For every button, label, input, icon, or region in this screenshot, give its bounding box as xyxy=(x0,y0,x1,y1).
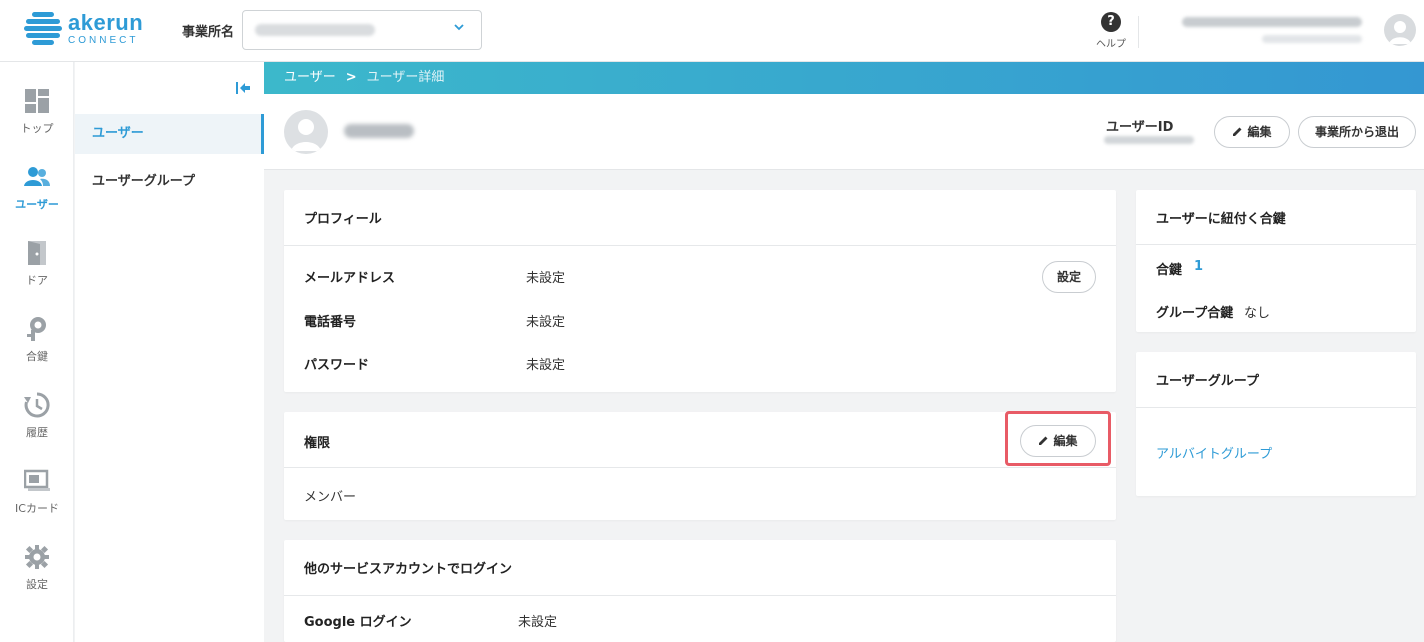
nav-label-settings: 設定 xyxy=(26,578,48,591)
profile-title: プロフィール xyxy=(304,212,382,227)
user-group-divider xyxy=(1136,407,1416,408)
key-label: 合鍵 xyxy=(1156,263,1183,278)
breadcrumb-separator: > xyxy=(345,70,357,85)
help-button[interactable]: ? ヘルプ xyxy=(1094,12,1128,50)
leave-office-button[interactable]: 事業所から退出 xyxy=(1298,116,1416,148)
key-count-link[interactable]: 1 xyxy=(1194,259,1203,274)
nav-item-ic-card[interactable]: ICカード xyxy=(0,468,74,538)
email-label: メールアドレス xyxy=(304,271,396,286)
password-label: パスワード xyxy=(304,358,370,373)
email-value: 未設定 xyxy=(526,271,566,286)
sub-sidebar: ユーザー ユーザーグループ xyxy=(75,62,264,642)
chevron-down-icon xyxy=(453,21,465,33)
user-id-label: ユーザーID xyxy=(1106,120,1174,135)
logo-text: akerun xyxy=(68,10,144,35)
profile-divider xyxy=(284,245,1116,246)
nav-label-ic-card: ICカード xyxy=(15,502,59,515)
top-header: akerun CONNECT 事業所名 ? ヘルプ xyxy=(0,0,1424,62)
account-email-redacted xyxy=(1262,35,1362,43)
user-id-redacted xyxy=(1104,136,1194,144)
logo-mark-icon xyxy=(24,12,62,46)
nav-label-top: トップ xyxy=(20,122,54,135)
highlight-box xyxy=(1005,411,1111,466)
help-icon: ? xyxy=(1101,12,1121,32)
group-key-value: なし xyxy=(1244,306,1271,321)
password-value: 未設定 xyxy=(526,358,566,373)
header-divider xyxy=(1138,16,1139,48)
nav-label-users: ユーザー xyxy=(15,198,59,211)
user-avatar xyxy=(284,110,328,154)
nav-item-users[interactable]: ユーザー xyxy=(0,164,74,234)
nav-item-door[interactable]: ドア xyxy=(0,240,74,310)
breadcrumb: ユーザー > ユーザー詳細 xyxy=(264,62,1424,94)
office-name-redacted xyxy=(255,24,375,36)
user-group-title: ユーザーグループ xyxy=(1156,374,1259,389)
user-keys-title: ユーザーに紐付く合鍵 xyxy=(1156,212,1286,227)
permission-title: 権限 xyxy=(304,436,331,451)
user-keys-divider xyxy=(1136,244,1416,245)
user-name-redacted xyxy=(344,124,414,138)
nav-item-top[interactable]: トップ xyxy=(0,88,74,158)
account-avatar[interactable] xyxy=(1384,14,1416,46)
nav-label-door: ドア xyxy=(26,274,48,287)
user-group-card: ユーザーグループ アルバイトグループ xyxy=(1136,352,1416,496)
user-summary-bar: ユーザーID 編集 事業所から退出 xyxy=(264,94,1424,170)
edit-user-label: 編集 xyxy=(1247,125,1272,139)
global-nav: トップ ユーザー ドア 合鍵 履歴 ICカード 設定 xyxy=(0,62,74,642)
google-login-value: 未設定 xyxy=(518,615,558,630)
breadcrumb-current: ユーザー詳細 xyxy=(366,70,445,85)
permission-card: 権限 編集 メンバー xyxy=(284,412,1116,520)
nav-item-history[interactable]: 履歴 xyxy=(0,392,74,462)
help-label: ヘルプ xyxy=(1096,39,1126,50)
nav-label-history: 履歴 xyxy=(26,426,48,439)
subnav-item-users[interactable]: ユーザー xyxy=(75,114,264,154)
user-keys-card: ユーザーに紐付く合鍵 合鍵 1 グループ合鍵 なし xyxy=(1136,190,1416,332)
edit-user-button[interactable]: 編集 xyxy=(1214,116,1290,148)
office-select[interactable] xyxy=(242,10,482,50)
permission-value: メンバー xyxy=(304,490,357,505)
google-login-label: Google ログイン xyxy=(304,615,412,630)
nav-label-key: 合鍵 xyxy=(26,350,48,363)
history-icon xyxy=(24,392,50,418)
gear-icon xyxy=(24,544,50,570)
logo-subtext: CONNECT xyxy=(68,35,139,46)
profile-card: プロフィール メールアドレス 未設定 設定 電話番号 未設定 パスワード 未設定 xyxy=(284,190,1116,392)
profile-set-button[interactable]: 設定 xyxy=(1042,261,1096,293)
account-name-redacted[interactable] xyxy=(1182,17,1362,27)
nav-item-settings[interactable]: 設定 xyxy=(0,544,74,614)
collapse-sidebar-icon[interactable] xyxy=(235,80,251,96)
other-login-divider xyxy=(284,595,1116,596)
dashboard-icon xyxy=(24,88,50,114)
phone-label: 電話番号 xyxy=(304,315,357,330)
user-group-link[interactable]: アルバイトグループ xyxy=(1156,443,1272,462)
key-icon xyxy=(24,316,50,342)
office-label: 事業所名 xyxy=(182,25,235,40)
ic-card-icon xyxy=(24,468,50,494)
subnav-item-user-groups[interactable]: ユーザーグループ xyxy=(75,162,264,202)
permission-divider xyxy=(284,467,1116,468)
breadcrumb-root[interactable]: ユーザー xyxy=(284,70,336,85)
door-icon xyxy=(24,240,50,266)
other-login-card: 他のサービスアカウントでログイン Google ログイン 未設定 xyxy=(284,540,1116,642)
phone-value: 未設定 xyxy=(526,315,566,330)
nav-item-key[interactable]: 合鍵 xyxy=(0,316,74,386)
other-login-title: 他のサービスアカウントでログイン xyxy=(304,562,513,577)
users-icon xyxy=(24,164,50,190)
pencil-icon xyxy=(1232,126,1243,137)
group-key-label: グループ合鍵 xyxy=(1156,306,1234,321)
akerun-logo[interactable]: akerun CONNECT xyxy=(24,12,143,46)
